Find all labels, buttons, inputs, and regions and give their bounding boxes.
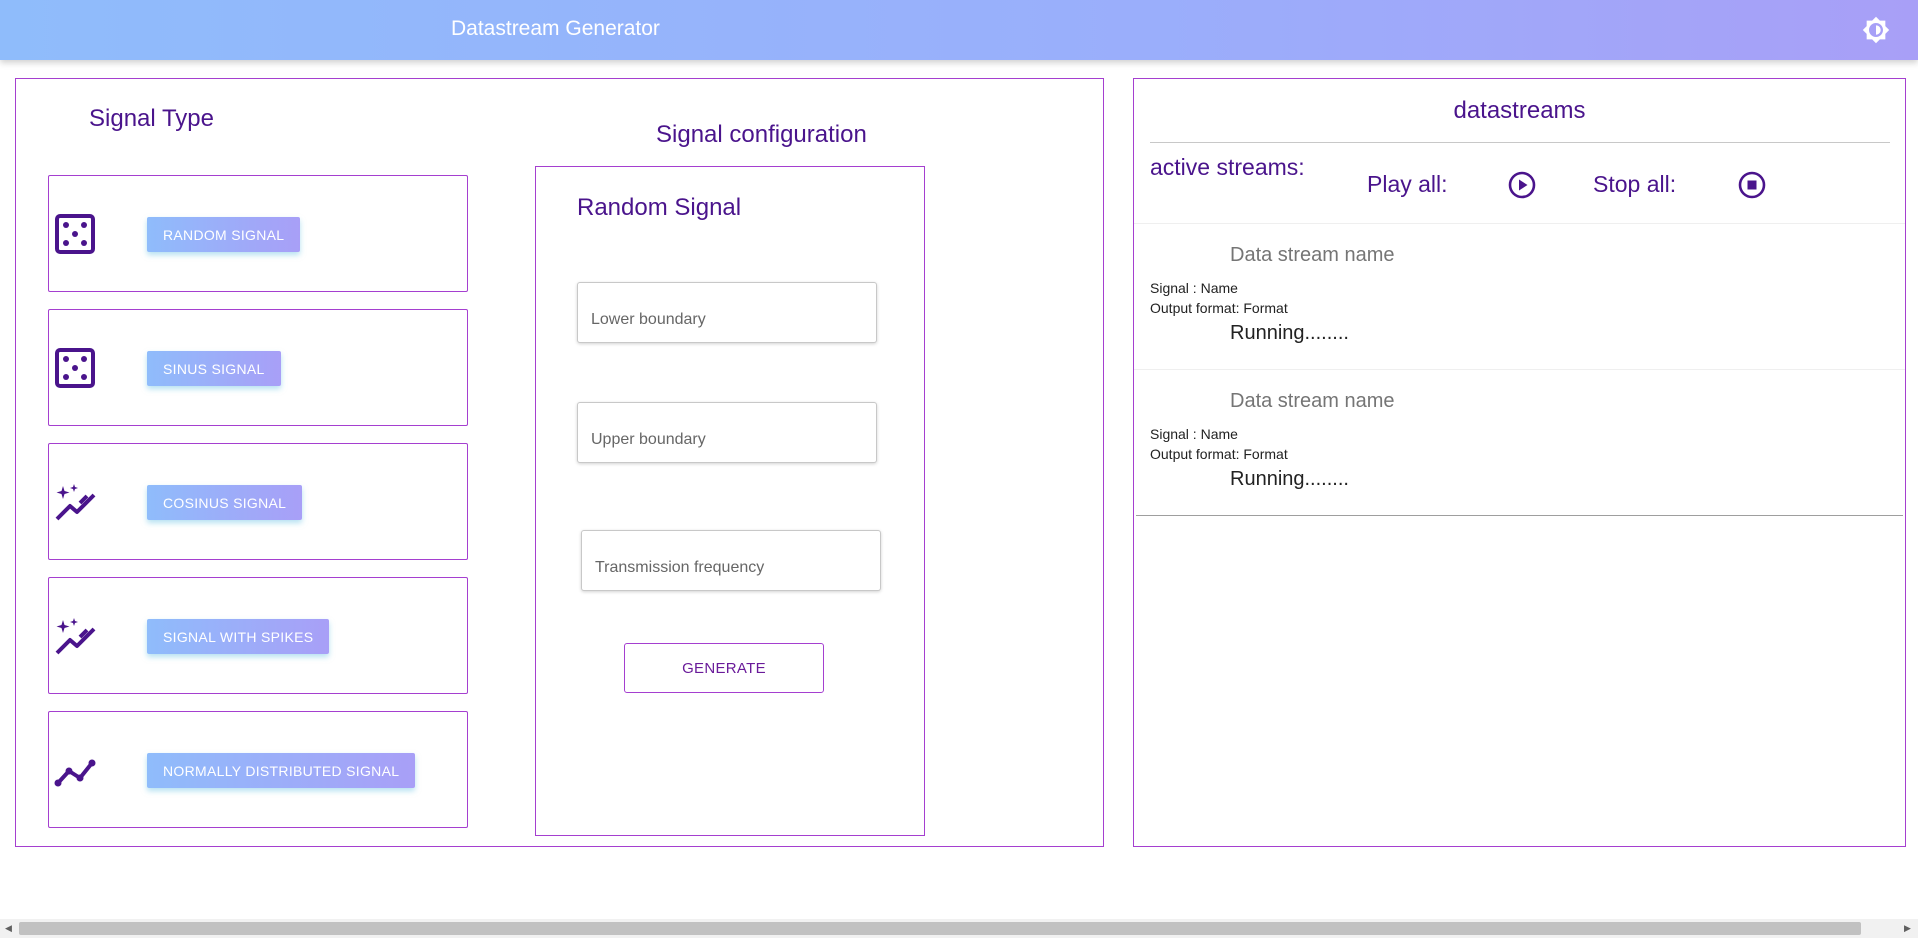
stream-item: Data stream name Signal : Name Output fo… [1134, 369, 1905, 516]
lower-boundary-input[interactable] [577, 282, 877, 343]
generator-panel: Signal Type Signal configuration RANDOM … [15, 78, 1104, 847]
stream-item: Data stream name Signal : Name Output fo… [1134, 223, 1905, 370]
divider [1150, 142, 1890, 143]
datastreams-panel: datastreams active streams: Play all: St… [1133, 78, 1906, 847]
sinus-signal-button[interactable]: SINUS SIGNAL [147, 351, 281, 386]
stream-output-format: Output format: Format [1150, 446, 1288, 462]
stream-status: Running........ [1230, 322, 1349, 344]
signal-card-normal: NORMALLY DISTRIBUTED SIGNAL [48, 711, 468, 828]
signal-config-title: Signal configuration [656, 121, 867, 148]
upper-boundary-input[interactable] [577, 402, 877, 463]
stream-signal: Signal : Name [1150, 280, 1238, 296]
normal-signal-button[interactable]: NORMALLY DISTRIBUTED SIGNAL [147, 753, 416, 788]
horizontal-scrollbar[interactable]: ◀ ▶ [0, 919, 1918, 938]
brightness-icon[interactable] [1862, 16, 1890, 44]
sparkle-chart-icon [55, 484, 96, 521]
scroll-right-icon[interactable]: ▶ [1904, 924, 1911, 933]
stream-list-divider [1136, 515, 1903, 516]
app-title: Datastream Generator [451, 17, 660, 40]
stop-all-label: Stop all: [1593, 171, 1677, 197]
app-header: Datastream Generator [0, 0, 1918, 60]
cosinus-signal-button[interactable]: COSINUS SIGNAL [147, 485, 303, 520]
play-all-label: Play all: [1367, 171, 1448, 197]
spikes-signal-button[interactable]: SIGNAL WITH SPIKES [147, 619, 330, 654]
signal-card-spikes: SIGNAL WITH SPIKES [48, 577, 468, 694]
dice-icon [55, 348, 95, 388]
stream-signal: Signal : Name [1150, 426, 1238, 442]
stream-status: Running........ [1230, 468, 1349, 490]
signal-config-form: Random Signal GENERATE [535, 166, 925, 836]
random-signal-button[interactable]: RANDOM SIGNAL [147, 217, 301, 252]
scroll-left-icon[interactable]: ◀ [5, 924, 12, 933]
generate-button[interactable]: GENERATE [624, 643, 824, 693]
stream-name: Data stream name [1230, 390, 1395, 412]
scrollbar-thumb[interactable] [19, 922, 1861, 935]
play-circle-icon[interactable] [1507, 170, 1537, 200]
signal-card-random: RANDOM SIGNAL [48, 175, 468, 292]
signal-type-title: Signal Type [89, 105, 214, 132]
stop-circle-icon[interactable] [1737, 170, 1767, 200]
stream-output-format: Output format: Format [1150, 300, 1288, 316]
signal-card-sinus: SINUS SIGNAL [48, 309, 468, 426]
signal-card-cosinus: COSINUS SIGNAL [48, 443, 468, 560]
active-streams-label: active streams: [1150, 154, 1305, 180]
sparkle-chart-icon [55, 618, 96, 655]
transmission-frequency-input[interactable] [581, 530, 881, 591]
selected-signal-title: Random Signal [577, 194, 742, 221]
datastreams-title: datastreams [1453, 97, 1586, 124]
dice-icon [55, 214, 95, 254]
stream-name: Data stream name [1230, 244, 1395, 266]
line-chart-icon [54, 759, 96, 787]
